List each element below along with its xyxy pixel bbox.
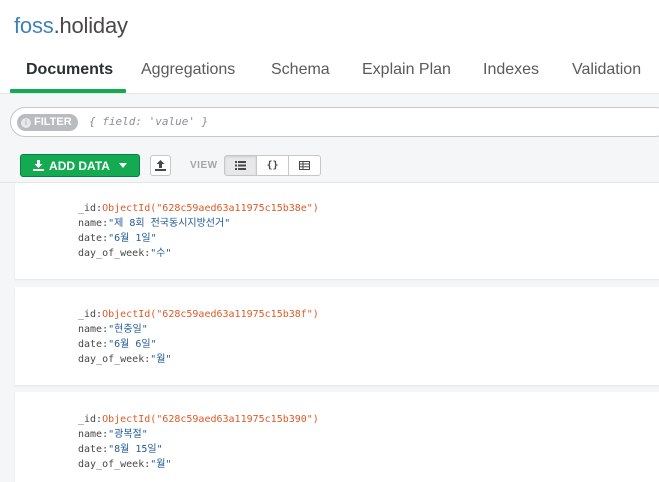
field-value[interactable]: ObjectId("628c59aed63a11975c15b390") xyxy=(102,414,319,425)
field-value[interactable]: "제 8회 전국동시지방선거" xyxy=(108,218,230,229)
document-list: _id:ObjectId("628c59aed63a11975c15b38e")… xyxy=(0,183,659,482)
document-card[interactable]: _id:ObjectId("628c59aed63a11975c15b390")… xyxy=(15,392,659,482)
field-key: date: xyxy=(78,444,109,455)
field-name: name:"제 8회 전국동시지방선거" xyxy=(78,216,319,231)
view-switcher: {} xyxy=(224,155,322,176)
view-label: VIEW xyxy=(190,160,218,171)
field-date: date:"6월 6일" xyxy=(78,337,319,352)
field-value[interactable]: "6월 1일" xyxy=(108,233,157,244)
view-json-button[interactable]: {} xyxy=(256,155,289,176)
download-icon xyxy=(33,160,45,171)
field-key: date: xyxy=(78,233,109,244)
field-name: name:"광복절" xyxy=(78,427,319,442)
query-bar: i FILTER { field: 'value' } xyxy=(0,95,659,151)
field-value[interactable]: "6월 6일" xyxy=(108,339,157,350)
filter-placeholder: { field: 'value' } xyxy=(89,115,209,128)
tab-aggregations[interactable]: Aggregations xyxy=(141,61,235,79)
field-key: _id: xyxy=(78,309,103,320)
json-icon: {} xyxy=(266,160,279,171)
list-icon xyxy=(235,161,246,170)
active-tab-indicator xyxy=(10,89,126,93)
filter-label[interactable]: i FILTER xyxy=(17,114,78,131)
field-key: _id: xyxy=(78,414,103,425)
add-data-label: ADD DATA xyxy=(49,158,110,173)
field-date: date:"8월 15일" xyxy=(78,442,319,457)
tab-explain-plan[interactable]: Explain Plan xyxy=(362,61,451,79)
field-key: day_of_week: xyxy=(78,354,151,365)
collection-tabs: Documents Aggregations Schema Explain Pl… xyxy=(0,52,659,94)
upload-icon xyxy=(155,160,166,171)
field-day-of-week: day_of_week:"수" xyxy=(78,246,319,261)
tab-indexes[interactable]: Indexes xyxy=(483,61,539,79)
field-value[interactable]: "8월 15일" xyxy=(108,444,163,455)
add-data-button[interactable]: ADD DATA xyxy=(20,154,140,177)
field-key: name: xyxy=(78,429,109,440)
document-fields: _id:ObjectId("628c59aed63a11975c15b390")… xyxy=(78,412,319,472)
document-card[interactable]: _id:ObjectId("628c59aed63a11975c15b38e")… xyxy=(15,183,659,279)
field-value[interactable]: "광복절" xyxy=(108,429,148,440)
document-fields: _id:ObjectId("628c59aed63a11975c15b38f")… xyxy=(78,307,319,367)
view-list-button[interactable] xyxy=(224,155,257,176)
filter-label-text: FILTER xyxy=(34,116,72,128)
field-value[interactable]: ObjectId("628c59aed63a11975c15b38f") xyxy=(102,309,319,320)
database-name[interactable]: foss xyxy=(14,13,54,38)
view-table-button[interactable] xyxy=(288,155,321,176)
info-icon[interactable]: i xyxy=(21,117,31,128)
field-key: day_of_week: xyxy=(78,459,151,470)
field-id: _id:ObjectId("628c59aed63a11975c15b38f") xyxy=(78,307,319,322)
field-id: _id:ObjectId("628c59aed63a11975c15b38e") xyxy=(78,201,319,216)
tab-schema[interactable]: Schema xyxy=(271,61,330,79)
field-key: name: xyxy=(78,324,109,335)
field-id: _id:ObjectId("628c59aed63a11975c15b390") xyxy=(78,412,319,427)
field-value[interactable]: "월" xyxy=(150,459,171,470)
collection-name: .holiday xyxy=(53,13,128,38)
chevron-down-icon xyxy=(118,163,127,168)
table-icon xyxy=(299,161,310,170)
field-key: _id: xyxy=(78,203,103,214)
field-key: date: xyxy=(78,339,109,350)
collection-header: foss.holiday Documents Aggregations Sche… xyxy=(0,0,659,94)
field-day-of-week: day_of_week:"월" xyxy=(78,352,319,367)
field-key: day_of_week: xyxy=(78,248,151,259)
tab-validation[interactable]: Validation xyxy=(572,61,641,79)
field-value[interactable]: ObjectId("628c59aed63a11975c15b38e") xyxy=(102,203,319,214)
filter-input[interactable]: i FILTER { field: 'value' } xyxy=(10,107,659,137)
export-button[interactable] xyxy=(150,155,171,176)
document-card[interactable]: _id:ObjectId("628c59aed63a11975c15b38f")… xyxy=(15,287,659,385)
tab-documents[interactable]: Documents xyxy=(26,61,113,79)
field-value[interactable]: "수" xyxy=(150,248,171,259)
field-key: name: xyxy=(78,218,109,229)
field-value[interactable]: "현충일" xyxy=(108,324,148,335)
field-value[interactable]: "월" xyxy=(150,354,171,365)
field-day-of-week: day_of_week:"월" xyxy=(78,457,319,472)
namespace-title: foss.holiday xyxy=(14,13,128,39)
field-date: date:"6월 1일" xyxy=(78,231,319,246)
document-fields: _id:ObjectId("628c59aed63a11975c15b38e")… xyxy=(78,201,319,261)
field-name: name:"현충일" xyxy=(78,322,319,337)
documents-toolbar: ADD DATA VIEW {} xyxy=(0,151,659,183)
